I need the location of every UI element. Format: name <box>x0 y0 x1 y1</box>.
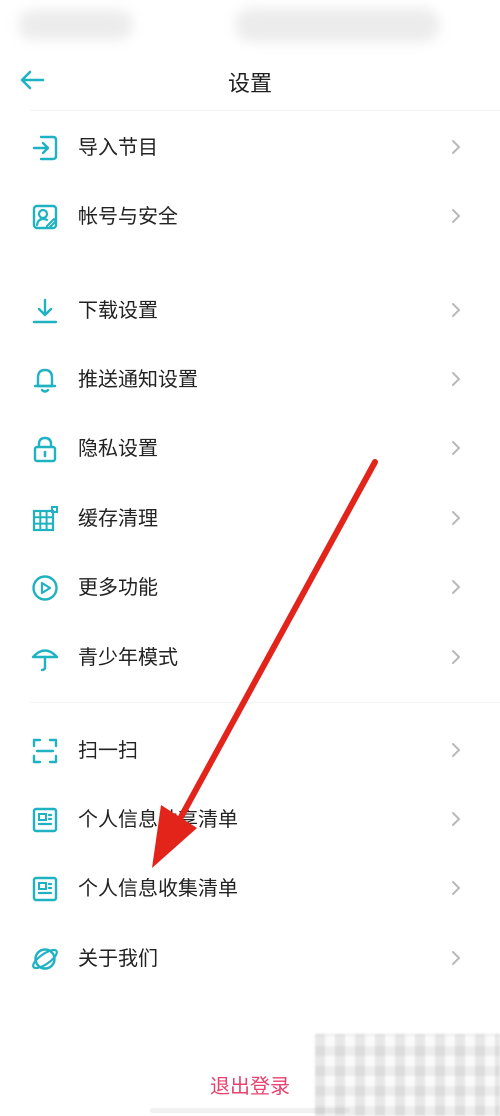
page-title: 设置 <box>227 72 272 97</box>
settings-row-label: 帐号与安全 <box>78 204 178 228</box>
settings-row-label: 更多功能 <box>78 575 158 599</box>
chevron-right-icon <box>452 881 460 895</box>
settings-row-personal-info-sharing-list[interactable]: 个人信息共享清单 <box>0 786 500 852</box>
scan-icon <box>30 736 60 766</box>
lock-icon <box>30 434 60 464</box>
settings-row-teen-mode[interactable]: 青少年模式 <box>0 624 500 690</box>
chevron-right-icon <box>452 812 460 826</box>
settings-row-label: 推送通知设置 <box>78 367 198 391</box>
status-bar <box>0 0 500 50</box>
settings-row-personal-info-collection-list[interactable]: 个人信息收集清单 <box>0 855 500 921</box>
settings-row-privacy[interactable]: 隐私设置 <box>0 415 500 481</box>
chevron-right-icon <box>452 951 460 965</box>
download-icon <box>30 296 60 326</box>
chevron-right-icon <box>452 140 460 154</box>
group-divider <box>30 702 500 703</box>
chevron-right-icon <box>452 303 460 317</box>
blurred-watermark <box>315 1034 500 1116</box>
bell-icon <box>30 365 60 395</box>
settings-row-label: 缓存清理 <box>78 506 158 530</box>
settings-row-account-security[interactable]: 帐号与安全 <box>0 183 500 249</box>
cache-grid-icon <box>30 504 60 534</box>
planet-icon <box>30 944 60 974</box>
settings-row-download[interactable]: 下载设置 <box>0 277 500 343</box>
settings-row-label: 青少年模式 <box>78 645 178 669</box>
settings-row-label: 个人信息共享清单 <box>78 807 238 831</box>
settings-row-about-us[interactable]: 关于我们 <box>0 925 500 991</box>
settings-row-label: 关于我们 <box>78 946 158 970</box>
play-circle-icon <box>30 573 60 603</box>
chevron-right-icon <box>452 372 460 386</box>
settings-row-push-notifications[interactable]: 推送通知设置 <box>0 346 500 412</box>
status-bar-blurred-right <box>235 8 440 42</box>
chevron-right-icon <box>452 209 460 223</box>
settings-row-label: 导入节目 <box>78 135 158 159</box>
status-bar-blurred-left <box>18 10 133 40</box>
account-security-icon <box>30 202 60 232</box>
chevron-right-icon <box>452 650 460 664</box>
settings-row-cache-cleanup[interactable]: 缓存清理 <box>0 485 500 551</box>
settings-row-scan[interactable]: 扫一扫 <box>0 717 500 783</box>
settings-row-label: 扫一扫 <box>78 738 138 762</box>
settings-row-more-features[interactable]: 更多功能 <box>0 554 500 620</box>
header-divider <box>30 110 500 111</box>
import-icon <box>30 133 60 163</box>
settings-row-import-programs[interactable]: 导入节目 <box>0 114 500 180</box>
navigation-header: 设置 <box>0 50 500 112</box>
chevron-right-icon <box>452 511 460 525</box>
settings-row-label: 下载设置 <box>78 298 158 322</box>
document-list-icon <box>30 874 60 904</box>
settings-row-label: 隐私设置 <box>78 436 158 460</box>
chevron-right-icon <box>452 441 460 455</box>
chevron-right-icon <box>452 580 460 594</box>
settings-row-label: 个人信息收集清单 <box>78 876 238 900</box>
chevron-right-icon <box>452 743 460 757</box>
document-list-icon <box>30 805 60 835</box>
umbrella-icon <box>30 643 60 673</box>
